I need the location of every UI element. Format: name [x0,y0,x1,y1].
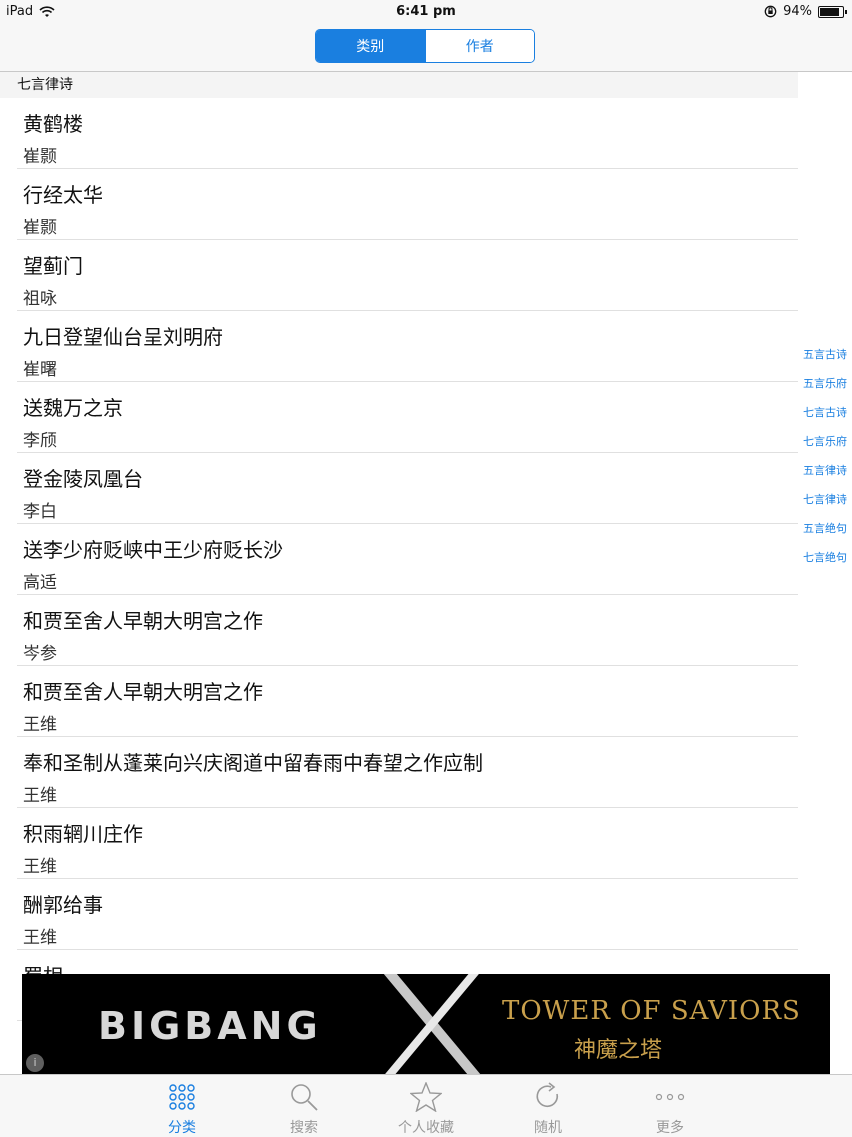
poem-author: 王维 [23,928,57,948]
poem-author: 李颀 [23,431,57,451]
tab-label: 分类 [168,1120,196,1136]
search-icon [259,1081,349,1113]
poem-author: 崔曙 [23,360,57,380]
section-index-item[interactable]: 五言古诗 [800,340,850,369]
poem-row[interactable]: 酬郭给事 王维 [17,879,798,950]
poem-author: 崔颢 [23,218,57,238]
tab-favorites[interactable]: 个人收藏 [381,1081,471,1137]
poem-title: 九日登望仙台呈刘明府 [23,325,223,349]
poem-row[interactable]: 送魏万之京 李颀 [17,382,798,453]
poem-author: 岑参 [23,644,57,664]
poem-list[interactable]: 七言律诗 黄鹤楼 崔颢 行经太华 崔颢 望蓟门 祖咏 九日登望仙台呈刘明府 崔曙 送魏万之京 李颀… [0,72,852,1073]
poem-rows: 黄鹤楼 崔颢 行经太华 崔颢 望蓟门 祖咏 九日登望仙台呈刘明府 崔曙 送魏万之京 李颀 登金陵凤凰… [0,98,798,1021]
section-index-item[interactable]: 七言古诗 [800,398,850,427]
tab-label: 随机 [534,1120,562,1136]
status-right: 94% [764,4,847,19]
poem-row[interactable]: 登金陵凤凰台 李白 [17,453,798,524]
segment-category[interactable]: 类别 [316,30,425,62]
poem-title: 积雨辋川庄作 [23,822,143,846]
poem-title: 送李少府贬峡中王少府贬长沙 [23,538,283,562]
section-index-item[interactable]: 五言乐府 [800,369,850,398]
tab-category[interactable]: 分类 [137,1081,227,1137]
section-index-item[interactable]: 五言绝句 [800,514,850,543]
tab-search[interactable]: 搜索 [259,1081,349,1137]
poem-author: 王维 [23,786,57,806]
tab-label: 搜索 [290,1120,318,1136]
status-time: 6:41 pm [396,4,456,19]
poem-title: 酬郭给事 [23,893,103,917]
poem-row[interactable]: 和贾至舍人早朝大明宫之作王维 [17,666,798,737]
poem-title: 奉和圣制从蓬莱向兴庆阁道中留春雨中春望之作应制 [23,751,483,775]
navigation-bar: 类别 作者 [0,24,852,72]
more-icon [625,1081,715,1113]
poem-row[interactable]: 九日登望仙台呈刘明府崔曙 [17,311,798,382]
section-index-item[interactable]: 七言乐府 [800,427,850,456]
ad-x-graphic [383,974,481,1074]
poem-author: 崔颢 [23,147,57,167]
section-index-item[interactable]: 七言绝句 [800,543,850,572]
section-index-item[interactable]: 五言律诗 [800,456,850,485]
segment-author[interactable]: 作者 [424,30,534,62]
poem-title: 送魏万之京 [23,396,123,420]
tab-label: 更多 [656,1120,684,1136]
poem-title: 和贾至舍人早朝大明宫之作 [23,609,263,633]
poem-row[interactable]: 奉和圣制从蓬莱向兴庆阁道中留春雨中春望之作应制王维 [17,737,798,808]
battery-percent: 94% [783,4,812,19]
poem-author: 李白 [23,502,57,522]
ad-right-text: TOWER OF SAVIORS [502,996,801,1026]
section-index: 五言古诗 五言乐府 七言古诗 七言乐府 五言律诗 七言律诗 五言绝句 七言绝句 [800,340,850,572]
poem-title: 登金陵凤凰台 [23,467,143,491]
ad-banner[interactable]: BIGBANG TOWER OF SAVIORS 神魔之塔 [22,974,830,1074]
poem-row[interactable]: 积雨辋川庄作 王维 [17,808,798,879]
tab-label: 个人收藏 [398,1120,454,1136]
poem-author: 祖咏 [23,289,57,309]
poem-author: 王维 [23,715,57,735]
ad-right-subtext: 神魔之塔 [574,1038,663,1063]
segmented-control: 类别 作者 [315,29,535,63]
poem-title: 黄鹤楼 [23,112,83,136]
battery-fill [820,7,839,16]
poem-title: 和贾至舍人早朝大明宫之作 [23,680,263,704]
grid-icon [137,1081,227,1113]
poem-row[interactable]: 望蓟门 祖咏 [17,240,798,311]
section-header: 七言律诗 [0,72,798,98]
refresh-icon [503,1081,593,1113]
poem-title: 望蓟门 [23,254,83,278]
poem-row[interactable]: 黄鹤楼 崔颢 [17,98,798,169]
star-icon [381,1081,471,1113]
poem-row[interactable]: 送李少府贬峡中王少府贬长沙高适 [17,524,798,595]
ad-info-icon[interactable]: i [26,1054,44,1072]
poem-author: 高适 [23,573,57,593]
poem-author: 王维 [23,857,57,877]
poem-row[interactable]: 行经太华 崔颢 [17,169,798,240]
section-index-item[interactable]: 七言律诗 [800,485,850,514]
rotation-lock-icon [764,5,777,18]
tab-random[interactable]: 随机 [503,1081,593,1137]
poem-row[interactable]: 和贾至舍人早朝大明宫之作岑参 [17,595,798,666]
status-bar: iPad 6:41 pm 94% [0,0,852,24]
poem-title: 行经太华 [23,183,103,207]
tab-more[interactable]: 更多 [625,1081,715,1137]
ad-left-text: BIGBANG [98,1004,322,1048]
battery-icon [818,5,847,18]
tab-bar: 分类 搜索 个人收藏 随机 更多 [0,1074,852,1137]
